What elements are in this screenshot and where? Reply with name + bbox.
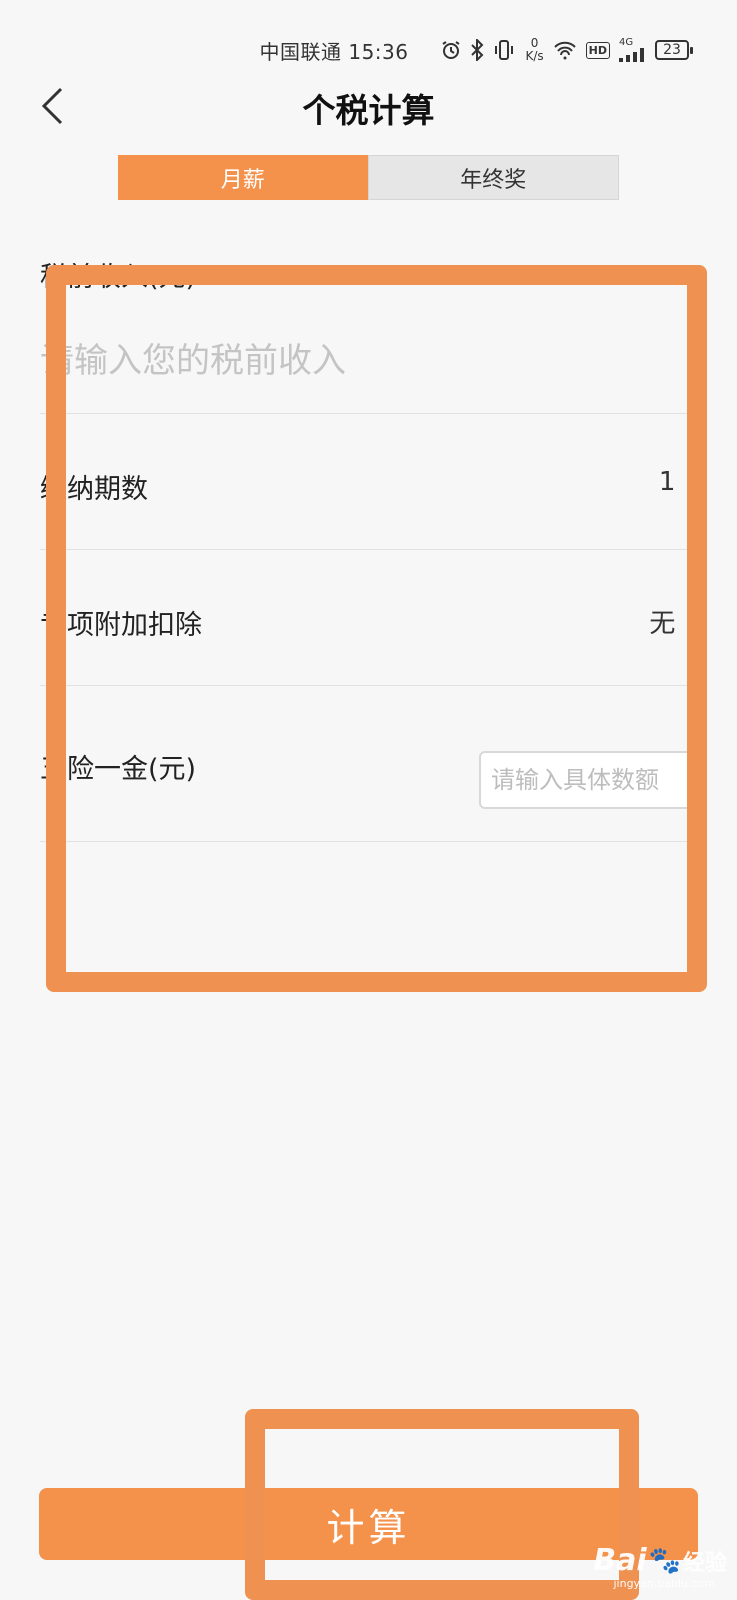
hd-icon: HD: [585, 41, 610, 59]
watermark-url: jingyan.baidu.com: [613, 1577, 715, 1590]
status-carrier: 中国联通 15:36: [259, 36, 408, 65]
periods-selector[interactable]: 1 ›: [659, 467, 697, 497]
chevron-right-icon: ›: [687, 468, 697, 496]
network-type: 4G: [619, 37, 634, 48]
social-fund-input[interactable]: [479, 751, 701, 809]
income-input[interactable]: [40, 333, 680, 389]
special-deduction-label: 专项附加扣除: [40, 610, 202, 641]
vibrate-icon: [493, 39, 515, 61]
social-fund-label: 五险一金(元): [40, 754, 197, 785]
page-title: 个税计算: [302, 91, 435, 130]
net-speed-unit: K/s: [525, 49, 544, 63]
wifi-icon: [553, 40, 577, 60]
watermark-sub: 经验: [682, 1550, 727, 1576]
salary-type-tabs: 月薪 年终奖: [118, 155, 619, 200]
header: 个税计算: [0, 78, 737, 134]
special-deduction-value: 无: [649, 609, 676, 639]
net-speed: 0 K/s: [525, 37, 543, 63]
tax-calculator-screen: 中国联通 15:36 0 K/s HD 4G 23 个税计算 月薪 年终奖 税前…: [0, 0, 737, 1600]
watermark-brand: Bai: [593, 1543, 647, 1578]
special-deduction-selector[interactable]: 无 ›: [649, 603, 697, 640]
periods-label: 缴纳期数: [40, 474, 148, 505]
divider: [40, 413, 697, 414]
bluetooth-icon: [470, 39, 484, 61]
alarm-icon: [441, 40, 461, 60]
carrier-name: 中国联通: [259, 39, 342, 64]
chevron-right-icon: ›: [687, 607, 697, 636]
periods-value: 1: [658, 467, 676, 497]
battery-icon: 23: [655, 40, 693, 60]
tab-monthly-salary[interactable]: 月薪: [118, 155, 368, 200]
divider: [40, 685, 697, 686]
paw-icon: 🐾: [648, 1545, 681, 1576]
signal-icon: 4G: [619, 38, 645, 62]
tab-annual-bonus[interactable]: 年终奖: [367, 155, 619, 200]
divider: [40, 549, 697, 550]
status-time: 15:36: [348, 39, 409, 64]
divider: [40, 841, 697, 842]
baidu-jingyan-watermark: Bai 🐾 经验 jingyan.baidu.com: [593, 1543, 727, 1590]
battery-level: 23: [663, 42, 681, 58]
status-bar: 中国联通 15:36 0 K/s HD 4G 23: [0, 30, 737, 70]
income-label: 税前收入(元): [40, 262, 197, 293]
